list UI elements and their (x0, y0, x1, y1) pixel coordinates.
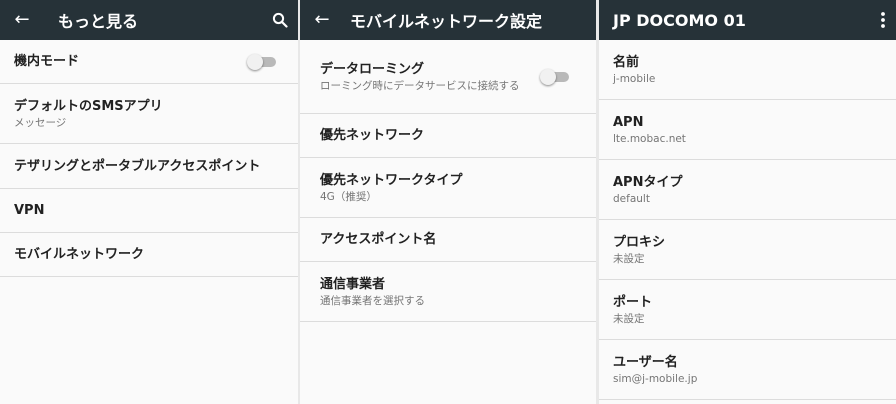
item-subtitle: default (613, 192, 650, 205)
more-settings-screen: ← もっと見る 機内モード デフォルトのSMSアプリ メッセージ テザリングとポ… (0, 0, 298, 404)
item-title: ポート (613, 294, 653, 310)
back-arrow-icon[interactable]: ← (0, 0, 44, 40)
username-item[interactable]: ユーザー名 sim@j-mobile.jp (599, 340, 896, 400)
screen-title: JP DOCOMO 01 (613, 10, 746, 30)
back-arrow-icon[interactable]: ← (300, 0, 344, 40)
item-subtitle: 通信事業者を選択する (320, 294, 425, 307)
item-title: デフォルトのSMSアプリ (14, 98, 163, 114)
item-title: データローミング (320, 61, 425, 77)
item-title: 名前 (613, 54, 640, 70)
proxy-item[interactable]: プロキシ 未設定 (599, 220, 896, 280)
item-subtitle: 4G（推奨） (320, 190, 377, 203)
app-bar: ← もっと見る (0, 0, 298, 40)
item-subtitle: 未設定 (613, 252, 645, 265)
network-operators-item[interactable]: 通信事業者 通信事業者を選択する (300, 262, 596, 322)
vpn-item[interactable]: VPN (0, 189, 298, 233)
item-subtitle: 未設定 (613, 312, 645, 325)
item-subtitle: ローミング時にデータサービスに接続する (320, 79, 520, 92)
airplane-mode-switch[interactable] (247, 53, 276, 70)
item-title: APNタイプ (613, 174, 683, 190)
settings-list: 機内モード デフォルトのSMSアプリ メッセージ テザリングとポータブルアクセス… (0, 40, 298, 277)
preferred-network-type-item[interactable]: 優先ネットワークタイプ 4G（推奨） (300, 158, 596, 218)
apn-item[interactable]: APN lte.mobac.net (599, 100, 896, 160)
access-point-names-item[interactable]: アクセスポイント名 (300, 218, 596, 262)
apn-type-item[interactable]: APNタイプ default (599, 160, 896, 220)
apn-fields-list: 名前 j-mobile APN lte.mobac.net APNタイプ def… (599, 40, 896, 400)
app-bar: ← モバイルネットワーク設定 (300, 0, 596, 40)
item-subtitle: j-mobile (613, 72, 656, 85)
mobile-network-item[interactable]: モバイルネットワーク (0, 233, 298, 277)
item-title: ユーザー名 (613, 354, 678, 370)
data-roaming-item[interactable]: データローミング ローミング時にデータサービスに接続する (300, 40, 596, 114)
item-subtitle: メッセージ (14, 116, 67, 129)
screen-title: もっと見る (58, 12, 139, 31)
settings-list: データローミング ローミング時にデータサービスに接続する 優先ネットワーク 優先… (300, 40, 596, 322)
apn-edit-screen: JP DOCOMO 01 名前 j-mobile APN lte.mobac.n… (599, 0, 896, 404)
item-title: VPN (14, 203, 45, 218)
apn-name-item[interactable]: 名前 j-mobile (599, 40, 896, 100)
tethering-hotspot-item[interactable]: テザリングとポータブルアクセスポイント (0, 144, 298, 189)
more-vert-icon[interactable] (880, 0, 886, 40)
search-icon[interactable] (272, 0, 288, 40)
item-title: 通信事業者 (320, 276, 386, 292)
item-subtitle: sim@j-mobile.jp (613, 372, 698, 385)
data-roaming-switch[interactable] (540, 68, 569, 85)
mobile-network-settings-screen: ← モバイルネットワーク設定 データローミング ローミング時にデータサービスに接… (300, 0, 596, 404)
item-title: アクセスポイント名 (320, 232, 437, 247)
item-title: モバイルネットワーク (14, 247, 145, 262)
port-item[interactable]: ポート 未設定 (599, 280, 896, 340)
item-title: プロキシ (613, 234, 666, 250)
airplane-mode-item[interactable]: 機内モード (0, 40, 298, 84)
item-title: 優先ネットワークタイプ (320, 172, 463, 188)
item-title: 優先ネットワーク (320, 128, 425, 143)
item-subtitle: lte.mobac.net (613, 132, 686, 145)
preferred-network-item[interactable]: 優先ネットワーク (300, 114, 596, 158)
screen-title: モバイルネットワーク設定 (350, 12, 543, 31)
item-title: テザリングとポータブルアクセスポイント (14, 158, 261, 174)
app-bar: JP DOCOMO 01 (599, 0, 896, 40)
item-title: 機内モード (14, 54, 80, 69)
item-title: APN (613, 114, 644, 130)
default-sms-app-item[interactable]: デフォルトのSMSアプリ メッセージ (0, 84, 298, 144)
